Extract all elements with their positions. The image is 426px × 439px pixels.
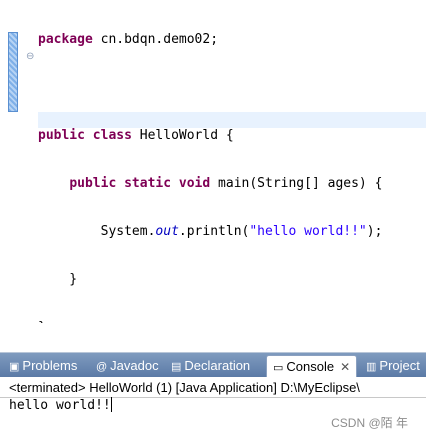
code-line-class: public class HelloWorld { [38, 128, 426, 144]
class-name: HelloWorld { [131, 128, 234, 143]
project-icon: ▥ [366, 361, 377, 373]
code-line-println: System.out.println("hello world!!"); [100, 224, 383, 239]
tab-problems[interactable]: ▣ Problems [9, 355, 77, 377]
string-literal: "hello world!!" [249, 224, 367, 239]
code-line-close-class: } [38, 320, 426, 323]
bottom-panel: ▣ Problems @ Javadoc ▤ Declaration ▭ Console… [0, 352, 426, 439]
console-status: <terminated> HelloWorld (1) [Java Applic… [9, 380, 360, 395]
code-text[interactable]: package cn.bdqn.demo02; public class Hel… [38, 0, 426, 323]
tab-project[interactable]: ▥ Project [366, 355, 420, 377]
left-ruler [0, 0, 6, 323]
keyword: package [38, 32, 93, 47]
tab-console[interactable]: ▭ Console ✕ [266, 355, 358, 377]
tab-javadoc[interactable]: @ Javadoc [96, 355, 159, 377]
console-output[interactable]: hello world!! [9, 397, 112, 415]
keyword: public [69, 176, 117, 191]
problems-icon: ▣ [9, 361, 20, 373]
field-reference: out [155, 224, 179, 239]
console-view[interactable]: <terminated> HelloWorld (1) [Java Applic… [0, 377, 426, 439]
watermark: CSDN @陌 年 [331, 416, 408, 430]
fold-collapse-icon[interactable]: ⊖ [26, 51, 34, 62]
code-editor[interactable]: ⊖ package cn.bdqn.demo02; public class H… [0, 0, 426, 323]
change-marker-strip [8, 32, 18, 112]
declaration-icon: ▤ [171, 361, 182, 373]
text-caret [110, 397, 112, 412]
code-line-close-method: } [38, 272, 78, 287]
close-icon[interactable]: ✕ [340, 360, 350, 374]
console-icon: ▭ [273, 362, 284, 374]
method-signature: main(String[] ages) { [210, 176, 383, 191]
tab-declaration[interactable]: ▤ Declaration [171, 355, 250, 377]
view-tab-bar: ▣ Problems @ Javadoc ▤ Declaration ▭ Console… [0, 353, 426, 377]
package-name: cn.bdqn.demo02; [92, 32, 219, 47]
keyword: public [38, 128, 85, 143]
keyword: void [178, 176, 211, 191]
keyword: class [92, 128, 132, 143]
javadoc-icon: @ [96, 361, 108, 373]
keyword: static [124, 176, 172, 191]
code-line-package: package cn.bdqn.demo02; [38, 32, 426, 48]
code-line-main: public static void main(String[] ages) { [38, 176, 426, 192]
